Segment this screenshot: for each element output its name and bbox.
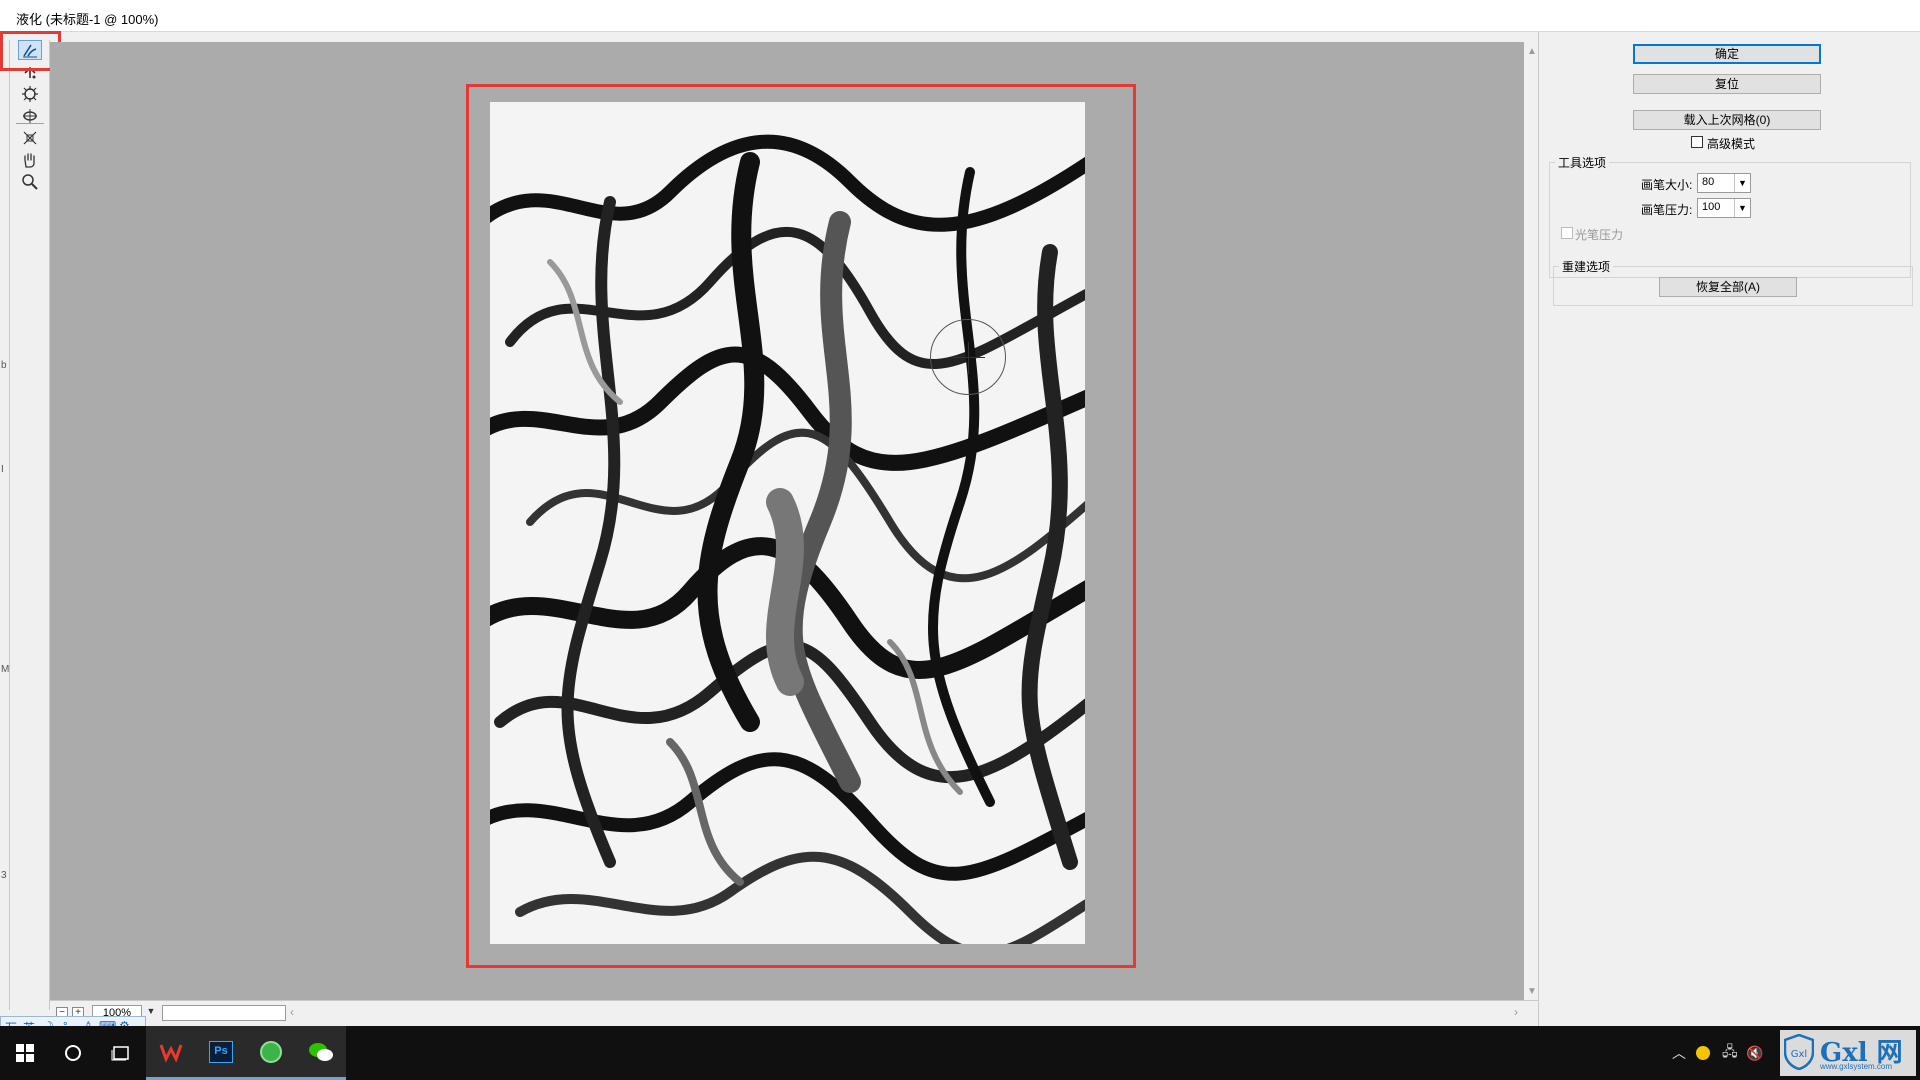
liquified-image[interactable] [490, 102, 1085, 944]
vertical-scrollbar[interactable]: ▲ ▼ [1524, 42, 1538, 1000]
zoom-tool-icon[interactable] [18, 172, 42, 192]
horizontal-scrollbar[interactable]: ‹ › [290, 1005, 1518, 1021]
zoom-slider[interactable] [162, 1005, 286, 1021]
volume-mute-icon[interactable]: 🔇 [1746, 1026, 1763, 1080]
browser-icon[interactable] [246, 1026, 296, 1080]
network-icon[interactable]: 🖧 [1722, 1026, 1738, 1080]
chevron-down-icon[interactable]: ▼ [1734, 174, 1750, 192]
windows-taskbar: Ps ︿ 🖧 🔇 [0, 1026, 1920, 1080]
tool-options-title: 工具选项 [1555, 154, 1610, 171]
options-panel: 确定 复位 载入上次网格(0) 高级模式 工具选项 画笔大小: 80 ▼ 画笔压… [1538, 32, 1920, 1026]
edge-marker: M [1, 664, 10, 675]
advanced-mode-label: 高级模式 [1707, 137, 1756, 151]
left-edge-strip: b I M 3 [0, 40, 10, 1010]
search-icon[interactable] [48, 1026, 98, 1080]
brush-pressure-value: 100 [1702, 201, 1721, 213]
hand-tool-icon[interactable] [18, 150, 42, 170]
brush-pressure-label: 画笔压力: [1641, 203, 1693, 217]
brush-size-label: 画笔大小: [1641, 178, 1693, 192]
brush-pressure-field[interactable]: 100 ▼ [1697, 198, 1751, 218]
stylus-pressure-checkbox[interactable] [1561, 227, 1573, 239]
window-titlebar[interactable]: 液化 (未标题-1 @ 100%) [0, 0, 1920, 32]
liquify-toolbox [10, 40, 50, 1010]
wechat-icon[interactable] [296, 1026, 346, 1080]
scroll-right-icon[interactable]: › [1514, 1005, 1518, 1019]
scroll-down-icon[interactable]: ▼ [1527, 986, 1537, 997]
reset-button[interactable]: 复位 [1633, 74, 1821, 94]
window-title: 液化 (未标题-1 @ 100%) [16, 12, 159, 27]
ok-button[interactable]: 确定 [1633, 44, 1821, 64]
start-icon[interactable] [0, 1026, 50, 1080]
edge-marker: b [1, 360, 7, 371]
shield-icon: Gxl [1784, 1034, 1814, 1070]
pucker-tool-icon[interactable] [18, 84, 42, 104]
brush-size-value: 80 [1702, 176, 1715, 188]
wps-icon[interactable] [146, 1026, 196, 1080]
svg-text:Gxl: Gxl [1791, 1049, 1807, 1060]
photoshop-icon[interactable]: Ps [196, 1026, 246, 1080]
load-mesh-button[interactable]: 载入上次网格(0) [1633, 110, 1821, 130]
bloat-tool-icon[interactable] [18, 106, 42, 126]
edge-marker: I [1, 464, 4, 475]
tray-expand-icon[interactable]: ︿ [1672, 1026, 1686, 1080]
brush-cursor [930, 319, 1006, 395]
advanced-mode-checkbox[interactable] [1691, 136, 1703, 148]
zoom-bar: − + 100% ▼ ‹ › [50, 1000, 1538, 1024]
reconstruct-options-title: 重建选项 [1559, 258, 1614, 275]
site-watermark-logo: Gxl Gxl 网 www.gxlsystem.com [1780, 1030, 1916, 1076]
edge-marker: 3 [1, 870, 7, 881]
push-left-tool-icon[interactable] [18, 128, 42, 148]
scroll-up-icon[interactable]: ▲ [1527, 46, 1537, 57]
task-view-icon[interactable] [96, 1026, 146, 1080]
brush-size-field[interactable]: 80 ▼ [1697, 173, 1751, 193]
tray-app-icon[interactable] [1696, 1026, 1710, 1080]
chevron-down-icon[interactable]: ▼ [1734, 199, 1750, 217]
photoshop-label: Ps [209, 1040, 233, 1063]
watermark-url: www.gxlsystem.com [1820, 1062, 1893, 1071]
scroll-left-icon[interactable]: ‹ [290, 1005, 294, 1019]
stylus-pressure-label: 光笔压力 [1575, 228, 1624, 242]
chevron-down-icon[interactable]: ▼ [144, 1006, 158, 1020]
restore-all-button[interactable]: 恢复全部(A) [1659, 277, 1797, 297]
